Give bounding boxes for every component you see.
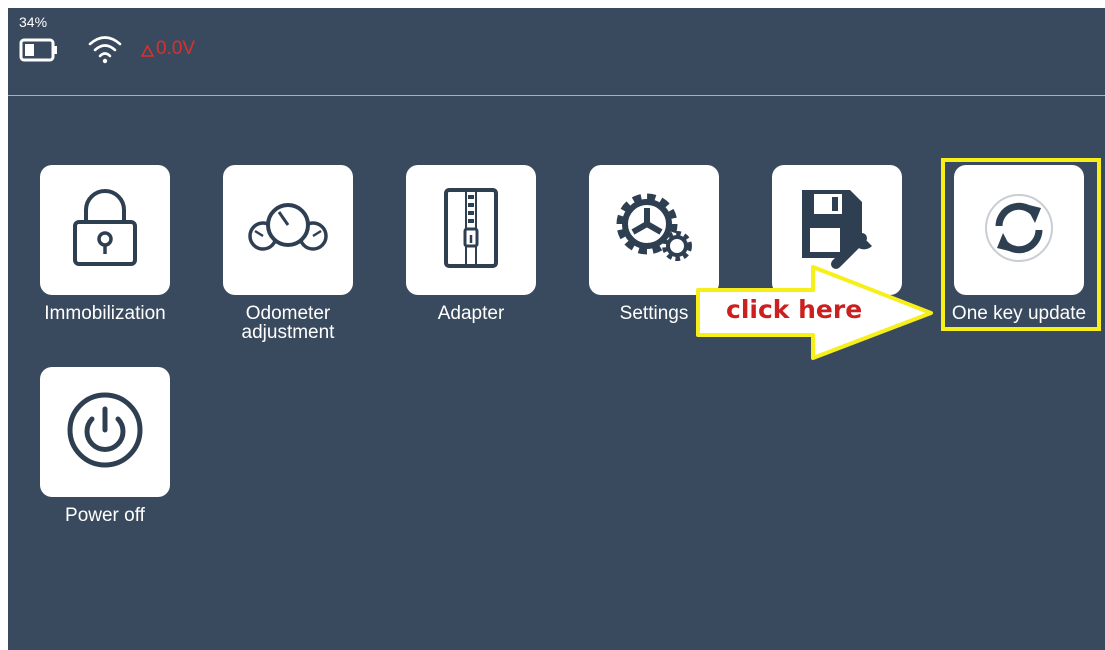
voltage-warning-icon	[140, 44, 155, 62]
app-tile[interactable]	[40, 165, 170, 295]
app-tile[interactable]	[223, 165, 353, 295]
zip-archive-icon	[442, 187, 500, 274]
callout-text: click here	[726, 295, 863, 324]
gears-icon	[611, 188, 697, 273]
app-label: Adapter	[437, 303, 505, 324]
status-bar: 34% 0.0V	[8, 8, 1105, 96]
wifi-icon	[88, 34, 122, 69]
app-adapter[interactable]: Adapter	[386, 165, 556, 323]
app-tile[interactable]	[406, 165, 536, 295]
status-divider	[8, 95, 1105, 96]
device-screen: 34% 0.0V Immobilization Odometer adjustm…	[8, 8, 1105, 650]
click-here-callout: click here	[693, 261, 938, 361]
padlock-icon	[69, 188, 141, 273]
app-label: Immobilization	[44, 303, 166, 324]
app-label: Odometer adjustment	[241, 303, 335, 343]
gauges-icon	[245, 198, 331, 263]
voltage-value: 0.0V	[156, 38, 196, 59]
battery-icon	[19, 38, 59, 67]
app-odometer-adjustment[interactable]: Odometer adjustment	[203, 165, 373, 342]
power-icon	[65, 390, 145, 475]
app-immobilization[interactable]: Immobilization	[20, 165, 190, 323]
battery-percent: 34%	[19, 14, 48, 30]
app-power-off[interactable]: Power off	[20, 367, 190, 525]
app-tile[interactable]	[40, 367, 170, 497]
app-label: Power off	[65, 505, 145, 526]
highlight-box	[941, 158, 1101, 331]
